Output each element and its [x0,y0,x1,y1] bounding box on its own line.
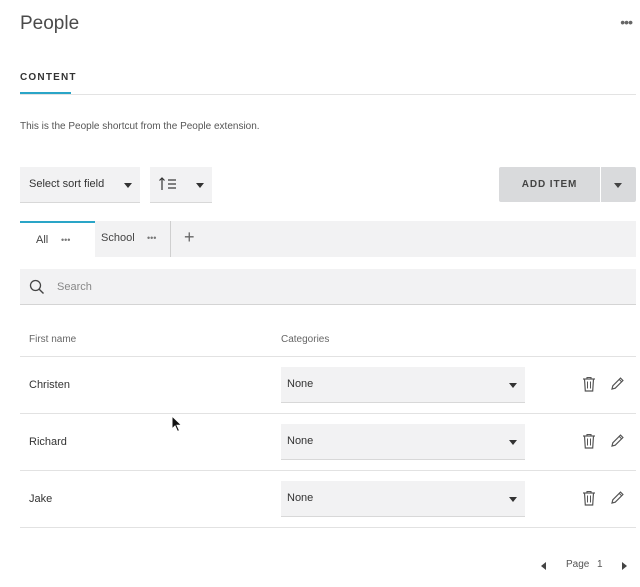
add-item-dropdown-button[interactable] [601,167,636,202]
first-name-cell: Richard [29,436,67,448]
search-icon [29,279,44,294]
category-value: None [287,435,314,447]
tab-bar: CONTENT [20,62,636,95]
page-title: People [20,13,80,34]
current-page-number[interactable]: 1 [597,559,603,570]
mouse-pointer-icon [171,415,183,433]
search-bar [20,269,636,305]
table-header: First name Categories [20,323,636,357]
first-name-cell: Jake [29,493,53,505]
column-header-categories: Categories [281,334,330,345]
trash-icon[interactable] [582,376,596,392]
tab-content[interactable]: CONTENT [20,72,76,94]
first-name-cell: Christen [29,379,70,391]
more-options-icon[interactable]: ••• [620,14,633,30]
chevron-down-icon [196,183,204,188]
page-label: Page [566,559,590,570]
view-options-icon[interactable]: ••• [147,221,156,255]
view-tab-label: All [36,234,49,246]
pencil-icon[interactable] [610,490,625,505]
table-row: Richard None [20,414,636,471]
view-tab-all[interactable]: All ••• [20,221,95,257]
view-tabs: All ••• School ••• + [20,221,636,257]
chevron-down-icon [509,440,517,445]
sort-field-label: Select sort field [29,178,105,190]
view-tab-label: School [101,232,135,244]
column-header-first-name: First name [29,334,77,345]
chevron-down-icon [124,183,132,188]
pencil-icon[interactable] [610,433,625,448]
table-row: Jake None [20,471,636,528]
view-tab-school[interactable]: School ••• [101,221,171,257]
trash-icon[interactable] [582,490,596,506]
add-view-icon[interactable]: + [184,227,195,248]
chevron-down-icon [509,383,517,388]
category-value: None [287,492,314,504]
category-value: None [287,378,314,390]
trash-icon[interactable] [582,433,596,449]
shortcut-description: This is the People shortcut from the Peo… [20,121,260,132]
next-page-icon[interactable] [622,562,627,570]
sort-field-select[interactable]: Select sort field [20,167,140,203]
table-row: Christen None [20,357,636,414]
search-input[interactable] [57,277,617,297]
chevron-down-icon [614,183,622,188]
chevron-down-icon [509,497,517,502]
view-options-icon[interactable]: ••• [61,223,70,257]
add-item-button[interactable]: ADD ITEM [499,167,600,202]
previous-page-icon[interactable] [541,562,546,570]
category-select[interactable]: None [281,481,525,517]
category-select[interactable]: None [281,424,525,460]
sort-direction-select[interactable] [150,167,212,203]
view-divider [170,221,171,257]
sort-ascending-icon [159,177,176,190]
category-select[interactable]: None [281,367,525,403]
pencil-icon[interactable] [610,376,625,391]
